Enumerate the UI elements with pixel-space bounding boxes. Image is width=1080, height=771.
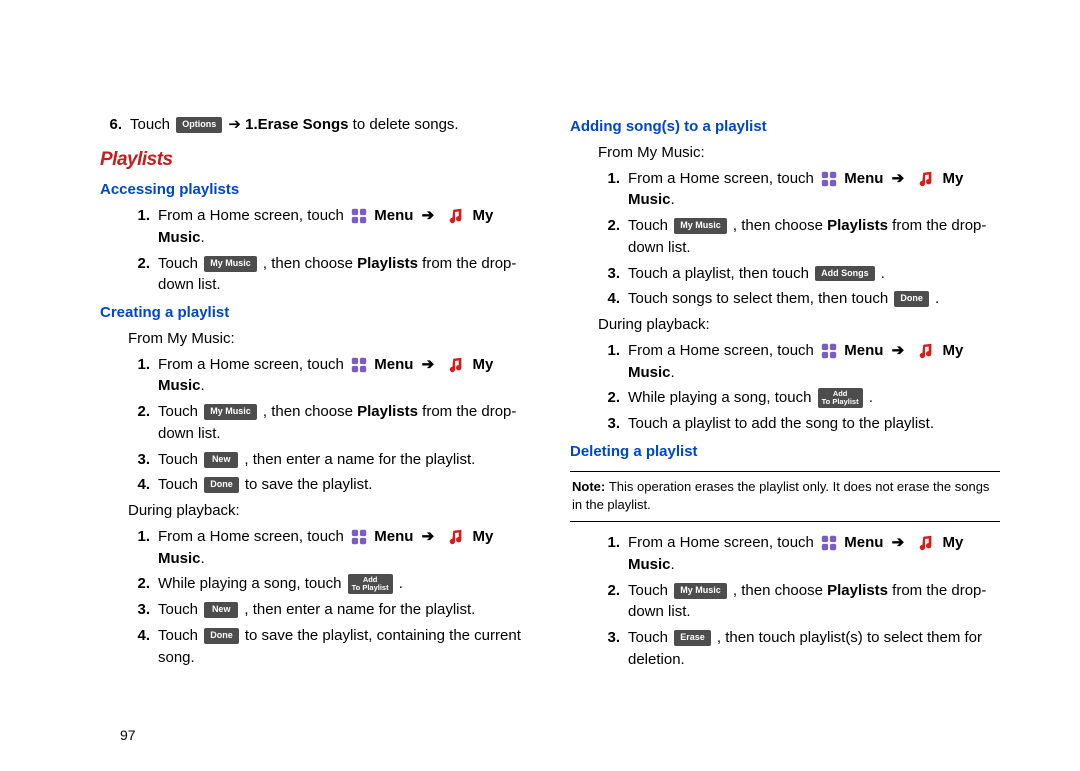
creating-playlist-heading: Creating a playlist	[100, 302, 530, 324]
step-6: 6. Touch Options ➔ 1.Erase Songs to dele…	[100, 114, 530, 136]
list-item: 1. From a Home screen, touch Menu ➔ My M…	[598, 532, 1000, 576]
from-my-music-label: From My Music:	[128, 328, 530, 350]
options-button: Options	[176, 117, 222, 133]
text: to delete songs.	[349, 116, 459, 133]
text: Touch	[130, 116, 174, 133]
bold-text: 1.Erase Songs	[245, 116, 348, 133]
list-item: 2. Touch My Music , then choose Playlist…	[128, 401, 530, 445]
music-note-icon	[917, 534, 935, 552]
list-item: 1. From a Home screen, touch Menu ➔ My M…	[598, 168, 1000, 212]
list-item: 2. Touch My Music , then choose Playlist…	[598, 580, 1000, 624]
menu-icon	[350, 356, 368, 374]
menu-icon	[820, 534, 838, 552]
arrow-text: ➔	[228, 116, 245, 133]
add-to-playlist-button: AddTo Playlist	[818, 388, 863, 408]
list-item: 2. Touch My Music , then choose Playlist…	[598, 215, 1000, 259]
manual-page: 6. Touch Options ➔ 1.Erase Songs to dele…	[0, 0, 1080, 695]
accessing-playlists-heading: Accessing playlists	[100, 179, 530, 201]
mymusic-button: My Music	[204, 256, 257, 272]
music-note-icon	[917, 170, 935, 188]
new-button: New	[204, 452, 238, 468]
list-item: 2. Touch My Music , then choose Playlist…	[128, 253, 530, 297]
list-item: 3. Touch a playlist to add the song to t…	[598, 413, 1000, 435]
from-my-music-label: From My Music:	[598, 142, 1000, 164]
list-item: 1. From a Home screen, touch Menu ➔ My M…	[128, 526, 530, 570]
list-item: 2. While playing a song, touch AddTo Pla…	[128, 573, 530, 595]
adding-songs-heading: Adding song(s) to a playlist	[570, 116, 1000, 138]
note-box: Note: This operation erases the playlist…	[570, 471, 1000, 523]
list-item: 4. Touch Done to save the playlist, cont…	[128, 625, 530, 669]
music-note-icon	[447, 528, 465, 546]
note-label: Note:	[572, 479, 609, 494]
list-item: 3. Touch a playlist, then touch Add Song…	[598, 263, 1000, 285]
deleting-playlist-heading: Deleting a playlist	[570, 441, 1000, 463]
note-text: This operation erases the playlist only.…	[572, 479, 989, 513]
list-item: 4. Touch Done to save the playlist.	[128, 474, 530, 496]
list-item: 1. From a Home screen, touch Menu ➔ My M…	[598, 340, 1000, 384]
right-column: Adding song(s) to a playlist From My Mus…	[570, 110, 1000, 675]
step-number: 6.	[100, 114, 122, 136]
done-button: Done	[204, 477, 239, 493]
menu-icon	[350, 528, 368, 546]
erase-button: Erase	[674, 630, 711, 646]
mymusic-button: My Music	[204, 404, 257, 420]
list-item: 3. Touch Erase , then touch playlist(s) …	[598, 627, 1000, 671]
add-to-playlist-button: AddTo Playlist	[348, 574, 393, 594]
done-button: Done	[894, 291, 929, 307]
list-item: 3. Touch New , then enter a name for the…	[128, 449, 530, 471]
list-item: 1. From a Home screen, touch Menu ➔ My M…	[128, 205, 530, 249]
left-column: 6. Touch Options ➔ 1.Erase Songs to dele…	[100, 110, 530, 675]
mymusic-button: My Music	[674, 218, 727, 234]
list-item: 1. From a Home screen, touch Menu ➔ My M…	[128, 354, 530, 398]
menu-icon	[820, 170, 838, 188]
add-songs-button: Add Songs	[815, 266, 875, 282]
menu-icon	[350, 207, 368, 225]
list-item: 2. While playing a song, touch AddTo Pla…	[598, 387, 1000, 409]
mymusic-button: My Music	[674, 583, 727, 599]
list-item: 3. Touch New , then enter a name for the…	[128, 599, 530, 621]
done-button: Done	[204, 628, 239, 644]
playlists-heading: Playlists	[100, 146, 530, 174]
menu-icon	[820, 342, 838, 360]
list-item: 4. Touch songs to select them, then touc…	[598, 288, 1000, 310]
during-playback-label: During playback:	[128, 500, 530, 522]
new-button: New	[204, 602, 238, 618]
during-playback-label: During playback:	[598, 314, 1000, 336]
page-number: 97	[120, 725, 136, 745]
music-note-icon	[447, 207, 465, 225]
music-note-icon	[917, 342, 935, 360]
music-note-icon	[447, 356, 465, 374]
